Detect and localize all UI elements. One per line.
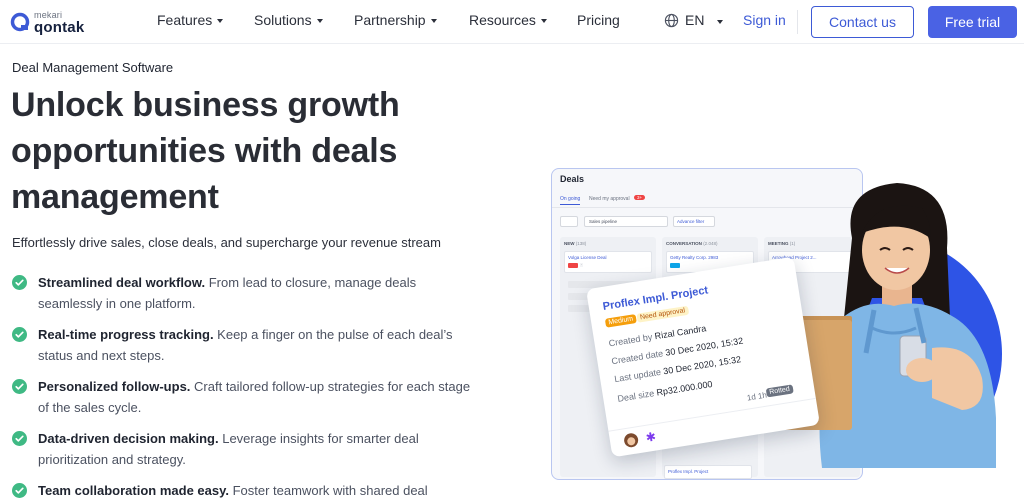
last-update-label: Last update: [613, 366, 662, 385]
feature-title: Real-time progress tracking.: [38, 327, 214, 342]
column-name: NEW: [564, 241, 575, 246]
deal-mini-title: Getty Realty Corp. 2983: [670, 255, 719, 260]
sign-in-link[interactable]: Sign in: [743, 12, 786, 28]
chevron-down-icon[interactable]: [717, 20, 723, 24]
logo-qontak-text: qontak: [34, 19, 85, 36]
feature-list: Streamlined deal workflow. From lead to …: [12, 272, 482, 504]
nav-solutions[interactable]: Solutions: [254, 12, 323, 28]
check-circle-icon: [12, 379, 27, 394]
check-circle-icon: [12, 327, 27, 342]
column-name: CONVERSATION: [666, 241, 702, 246]
created-date-label: Created date: [610, 348, 664, 367]
nav-pricing-label: Pricing: [577, 12, 620, 28]
hero-subline: Effortlessly drive sales, close deals, a…: [12, 235, 441, 250]
chevron-down-icon: [217, 18, 224, 23]
feature-item: Real-time progress tracking. Keep a fing…: [12, 324, 482, 366]
deal-detail-card: Proflex Impl. Project Medium Need approv…: [585, 256, 821, 458]
nav-solutions-label: Solutions: [254, 12, 312, 28]
view-toggle: [560, 216, 578, 227]
contact-us-button[interactable]: Contact us: [811, 6, 914, 38]
priority-tag: [670, 263, 680, 268]
rotted-badge: Rotted: [765, 384, 794, 398]
nav-features-label: Features: [157, 12, 213, 28]
check-circle-icon: [12, 431, 27, 446]
last-update-value: 30 Dec 2020, 15:32: [662, 354, 742, 377]
qontak-logo[interactable]: mekari qontak: [10, 8, 100, 36]
feature-title: Streamlined deal workflow.: [38, 275, 206, 290]
top-navbar: mekari qontak Features Solutions Partner…: [0, 0, 1024, 44]
approval-badge: Need approval: [636, 305, 689, 323]
free-trial-button[interactable]: Free trial: [928, 6, 1017, 38]
language-selector[interactable]: EN: [664, 12, 704, 28]
feature-title: Team collaboration made easy.: [38, 483, 229, 498]
hero-eyebrow: Deal Management Software: [12, 60, 174, 75]
chevron-down-icon: [430, 18, 437, 23]
column-header: NEW (138): [564, 241, 586, 246]
nav-divider: [797, 10, 798, 34]
card-divider: [608, 397, 816, 432]
priority-badge: Medium: [604, 314, 637, 328]
hero-headline: Unlock business growth opportunities wit…: [11, 86, 400, 216]
advance-filter-button: Advance filter: [673, 216, 715, 227]
deal-mini-title: Proflex Impl. Project: [668, 469, 709, 474]
feature-item: Streamlined deal workflow. From lead to …: [12, 272, 482, 314]
sparkle-icon: ✱: [642, 429, 659, 446]
feature-title: Data-driven decision making.: [38, 431, 219, 446]
feature-item: Personalized follow-ups. Craft tailored …: [12, 376, 482, 418]
column-count: (138): [575, 241, 587, 246]
deal-mini-title: Volga License Deal: [568, 255, 607, 260]
deal-mini-card: Volga License Deal ·: [564, 251, 652, 273]
qontak-logo-icon: [10, 12, 30, 32]
feature-item: Team collaboration made easy. Foster tea…: [12, 480, 482, 501]
language-label: EN: [685, 12, 705, 28]
approval-tag: ·: [580, 263, 584, 267]
approval-count-badge: 3+: [634, 195, 646, 200]
nav-partnership[interactable]: Partnership: [354, 12, 437, 28]
avatar: [623, 432, 640, 449]
app-title: Deals: [560, 174, 585, 184]
globe-icon: [664, 13, 679, 27]
chevron-down-icon: [316, 18, 323, 23]
nav-features[interactable]: Features: [157, 12, 224, 28]
nav-partnership-label: Partnership: [354, 12, 426, 28]
pipeline-select: Sales pipeline: [584, 216, 668, 227]
priority-tag: [568, 263, 578, 268]
created-by-label: Created by: [607, 331, 654, 349]
check-circle-icon: [12, 275, 27, 290]
tab-on-going: On going: [560, 196, 581, 205]
feature-text: Foster teamwork with shared deal: [228, 483, 428, 498]
column-header: CONVERSATION (2.048): [666, 241, 717, 246]
deal-size-row: Deal size Rp32.000.000: [617, 379, 713, 404]
deal-size-label: Deal size: [616, 388, 655, 404]
deal-mini-card-bottom: Proflex Impl. Project: [664, 465, 752, 479]
deal-size-value: Rp32.000.000: [655, 378, 714, 398]
deal-age: 1d 1h: [746, 390, 768, 403]
check-circle-icon: [12, 483, 27, 498]
feature-item: Data-driven decision making. Leverage in…: [12, 428, 482, 470]
feature-title: Personalized follow-ups.: [38, 379, 191, 394]
deal-title: Proflex Impl. Project: [602, 284, 709, 313]
tab-need-approval: Need my approval: [589, 196, 630, 202]
nav-pricing[interactable]: Pricing: [577, 12, 620, 28]
created-by-value: Rizal Candra: [653, 323, 707, 342]
nav-resources-label: Resources: [469, 12, 536, 28]
chevron-down-icon: [540, 18, 547, 23]
nav-resources[interactable]: Resources: [469, 12, 547, 28]
column-count: (2.048): [703, 241, 718, 246]
